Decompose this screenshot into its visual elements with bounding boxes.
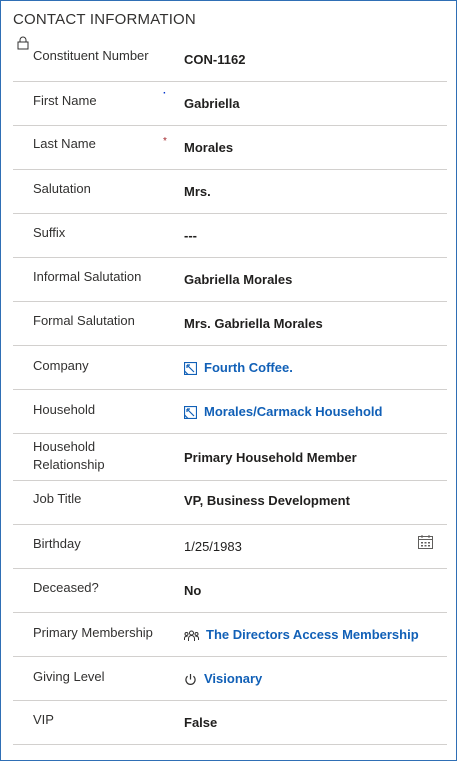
company-link[interactable]: Fourth Coffee. [184,359,293,377]
field-giving-level[interactable]: Giving Level Visionary [13,657,447,701]
field-label: Informal Salutation [33,269,142,284]
field-label: Giving Level [33,669,105,684]
field-label: First Name [33,93,97,108]
field-salutation[interactable]: Salutation Mrs. [13,170,447,214]
field-primary-membership[interactable]: Primary Membership The Directors Access … [13,613,447,657]
field-label: Primary Membership [33,625,153,640]
field-label: Deceased? [33,580,99,595]
section-title: CONTACT INFORMATION [13,11,196,28]
recommended-marker: · [163,88,167,99]
job-title-value[interactable]: VP, Business Development [184,492,350,510]
field-job-title[interactable]: Job Title VP, Business Development [13,481,447,525]
suffix-value[interactable]: --- [184,227,197,245]
constituent-number-value: CON-1162 [184,52,246,67]
field-company[interactable]: Company Fourth Coffee. [13,346,447,390]
birthday-value[interactable]: 1/25/1983 [184,538,242,556]
field-label: Job Title [33,491,82,506]
field-last-name[interactable]: Last Name * Morales [13,126,447,170]
field-vip[interactable]: VIP False [13,701,447,745]
lock-icon [17,36,29,50]
informal-salutation-value[interactable]: Gabriella Morales [184,271,292,289]
record-link-icon [184,362,197,376]
salutation-value[interactable]: Mrs. [184,183,211,201]
required-marker: * [163,136,167,147]
formal-salutation-value[interactable]: Mrs. Gabriella Morales [184,315,323,333]
field-label-line2: Relationship [33,457,105,472]
last-name-value[interactable]: Morales [184,139,233,157]
household-link[interactable]: Morales/Carmack Household [184,403,382,421]
field-constituent-number: Constituent Number CON-1162 [13,36,447,82]
giving-level-link-text[interactable]: Visionary [204,671,262,686]
primary-membership-link-text[interactable]: The Directors Access Membership [206,627,419,642]
field-birthday[interactable]: Birthday 1/25/1983 [13,525,447,569]
field-label: Suffix [33,225,66,240]
field-label: Household [33,402,96,417]
field-label: Last Name [33,136,96,151]
field-label: Formal Salutation [33,313,135,328]
field-first-name[interactable]: First Name · Gabriella [13,82,447,126]
deceased-value[interactable]: No [184,582,201,600]
household-relationship-value[interactable]: Primary Household Member [184,449,357,467]
first-name-value[interactable]: Gabriella [184,95,240,113]
field-label: VIP [33,712,54,727]
field-household-relationship[interactable]: Household Relationship Primary Household… [13,434,447,481]
field-label: Birthday [33,536,81,551]
field-suffix[interactable]: Suffix --- [13,214,447,258]
primary-membership-link[interactable]: The Directors Access Membership [184,626,419,644]
company-link-text[interactable]: Fourth Coffee. [204,360,293,375]
field-label: Company [33,358,89,373]
field-formal-salutation[interactable]: Formal Salutation Mrs. Gabriella Morales [13,302,447,346]
record-link-icon [184,406,197,420]
calendar-icon[interactable] [418,535,433,549]
contact-information-panel: CONTACT INFORMATION Constituent Number C… [0,0,457,761]
field-label: Salutation [33,181,91,196]
field-label: Constituent Number [33,48,149,63]
field-informal-salutation[interactable]: Informal Salutation Gabriella Morales [13,258,447,302]
household-link-text[interactable]: Morales/Carmack Household [204,404,382,419]
field-label-line1: Household [33,439,96,454]
power-icon [185,674,196,685]
giving-level-link[interactable]: Visionary [184,670,262,688]
field-deceased[interactable]: Deceased? No [13,569,447,613]
field-household[interactable]: Household Morales/Carmack Household [13,390,447,434]
people-group-icon [184,630,199,641]
vip-value[interactable]: False [184,714,217,732]
